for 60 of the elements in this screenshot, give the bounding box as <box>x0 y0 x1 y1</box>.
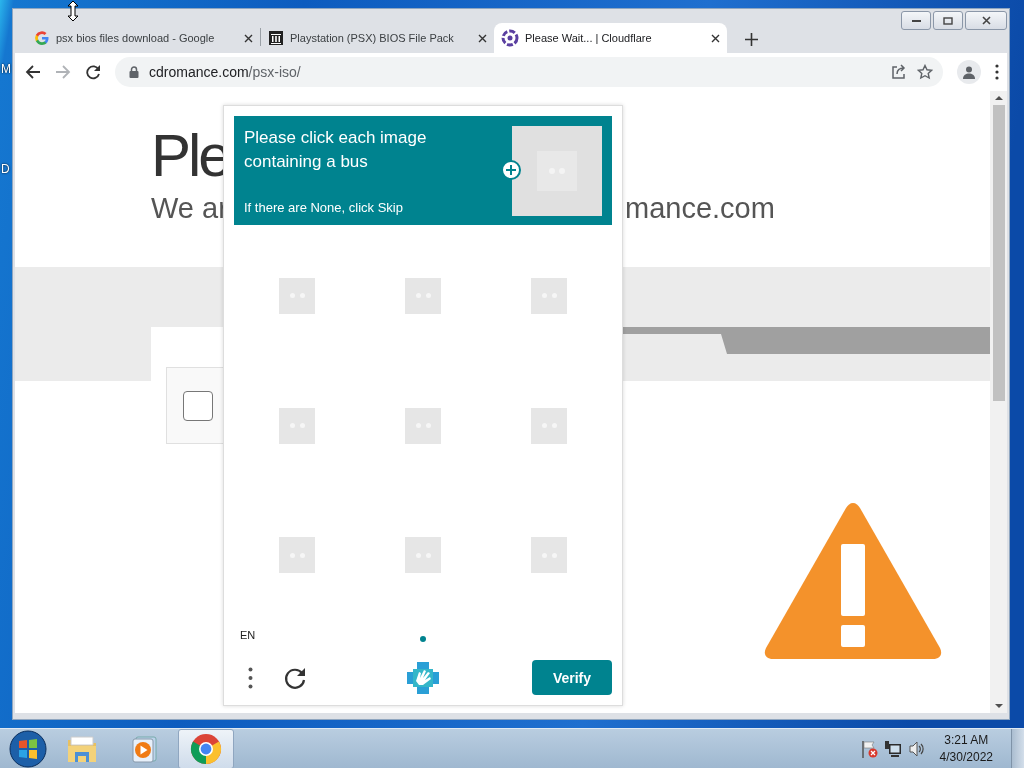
close-icon <box>981 16 991 25</box>
start-button[interactable] <box>8 728 48 768</box>
clock[interactable]: 3:21 AM 4/30/2022 <box>939 731 993 766</box>
person-icon <box>962 65 976 79</box>
lock-icon <box>129 66 139 78</box>
page-dot[interactable] <box>420 636 426 643</box>
close-icon[interactable] <box>478 33 487 43</box>
taskbar-app[interactable] <box>178 728 234 768</box>
folder-icon <box>66 733 98 764</box>
close-button[interactable] <box>965 11 1007 30</box>
browser-tab[interactable]: Please Wait... | Cloudflare <box>494 23 727 53</box>
maximize-icon <box>943 16 953 25</box>
image-tile[interactable] <box>279 277 315 314</box>
back-icon[interactable] <box>25 64 41 80</box>
ring-icon <box>501 29 519 47</box>
show-desktop-button[interactable] <box>1011 728 1024 768</box>
browser-tab[interactable]: psx bios files download - Google <box>27 23 260 53</box>
profile-button[interactable] <box>957 60 981 84</box>
image-tile[interactable] <box>279 407 315 444</box>
hand-logo-icon[interactable] <box>406 660 440 695</box>
language-selector[interactable]: EN <box>234 629 360 642</box>
page-subheading: mance.com <box>625 191 775 225</box>
desktop-icon-label[interactable]: D <box>1 162 10 176</box>
minimize-button[interactable] <box>901 11 931 30</box>
image-tile[interactable] <box>531 277 567 314</box>
flag-icon[interactable] <box>859 739 878 758</box>
browser-tab[interactable]: Playstation (PSX) BIOS File Pack <box>261 23 494 53</box>
captcha-hint: If there are None, click Skip <box>244 200 404 215</box>
address-bar[interactable]: cdromance.com/psx-iso/ <box>115 57 943 87</box>
checkbox[interactable] <box>183 390 213 421</box>
image-tile[interactable] <box>531 407 567 444</box>
speaker-icon[interactable] <box>907 739 926 758</box>
warning-icon <box>763 501 943 661</box>
scroll-down-icon[interactable] <box>994 703 1003 709</box>
building-icon <box>268 30 284 46</box>
captcha-prompt: Please click each image containing a bus <box>244 127 428 173</box>
scrollbar[interactable] <box>990 91 1007 713</box>
maximize-button[interactable] <box>933 11 963 30</box>
network-icon[interactable] <box>883 739 902 758</box>
letter-g-icon <box>34 30 50 46</box>
plus-icon[interactable] <box>501 160 521 180</box>
share-icon[interactable] <box>891 64 907 80</box>
close-icon[interactable] <box>244 33 253 43</box>
image-tile[interactable] <box>531 537 567 574</box>
image-tile[interactable] <box>405 277 441 314</box>
resize-cursor-icon <box>67 0 79 22</box>
scroll-up-icon[interactable] <box>994 95 1003 101</box>
menu-icon[interactable] <box>995 64 999 80</box>
reload-icon[interactable] <box>85 64 101 80</box>
image-tile[interactable] <box>279 537 315 574</box>
star-icon[interactable] <box>917 64 933 80</box>
desktop-icon-label[interactable]: M <box>1 62 11 76</box>
close-icon[interactable] <box>711 33 720 43</box>
chrome-icon <box>190 732 222 765</box>
image-tile[interactable] <box>405 407 441 444</box>
more-options-icon[interactable] <box>248 666 253 689</box>
verify-button[interactable]: Verify <box>532 660 612 695</box>
image-tile[interactable] <box>405 537 441 574</box>
media-player-icon <box>129 733 159 764</box>
new-tab-icon[interactable] <box>744 32 758 46</box>
